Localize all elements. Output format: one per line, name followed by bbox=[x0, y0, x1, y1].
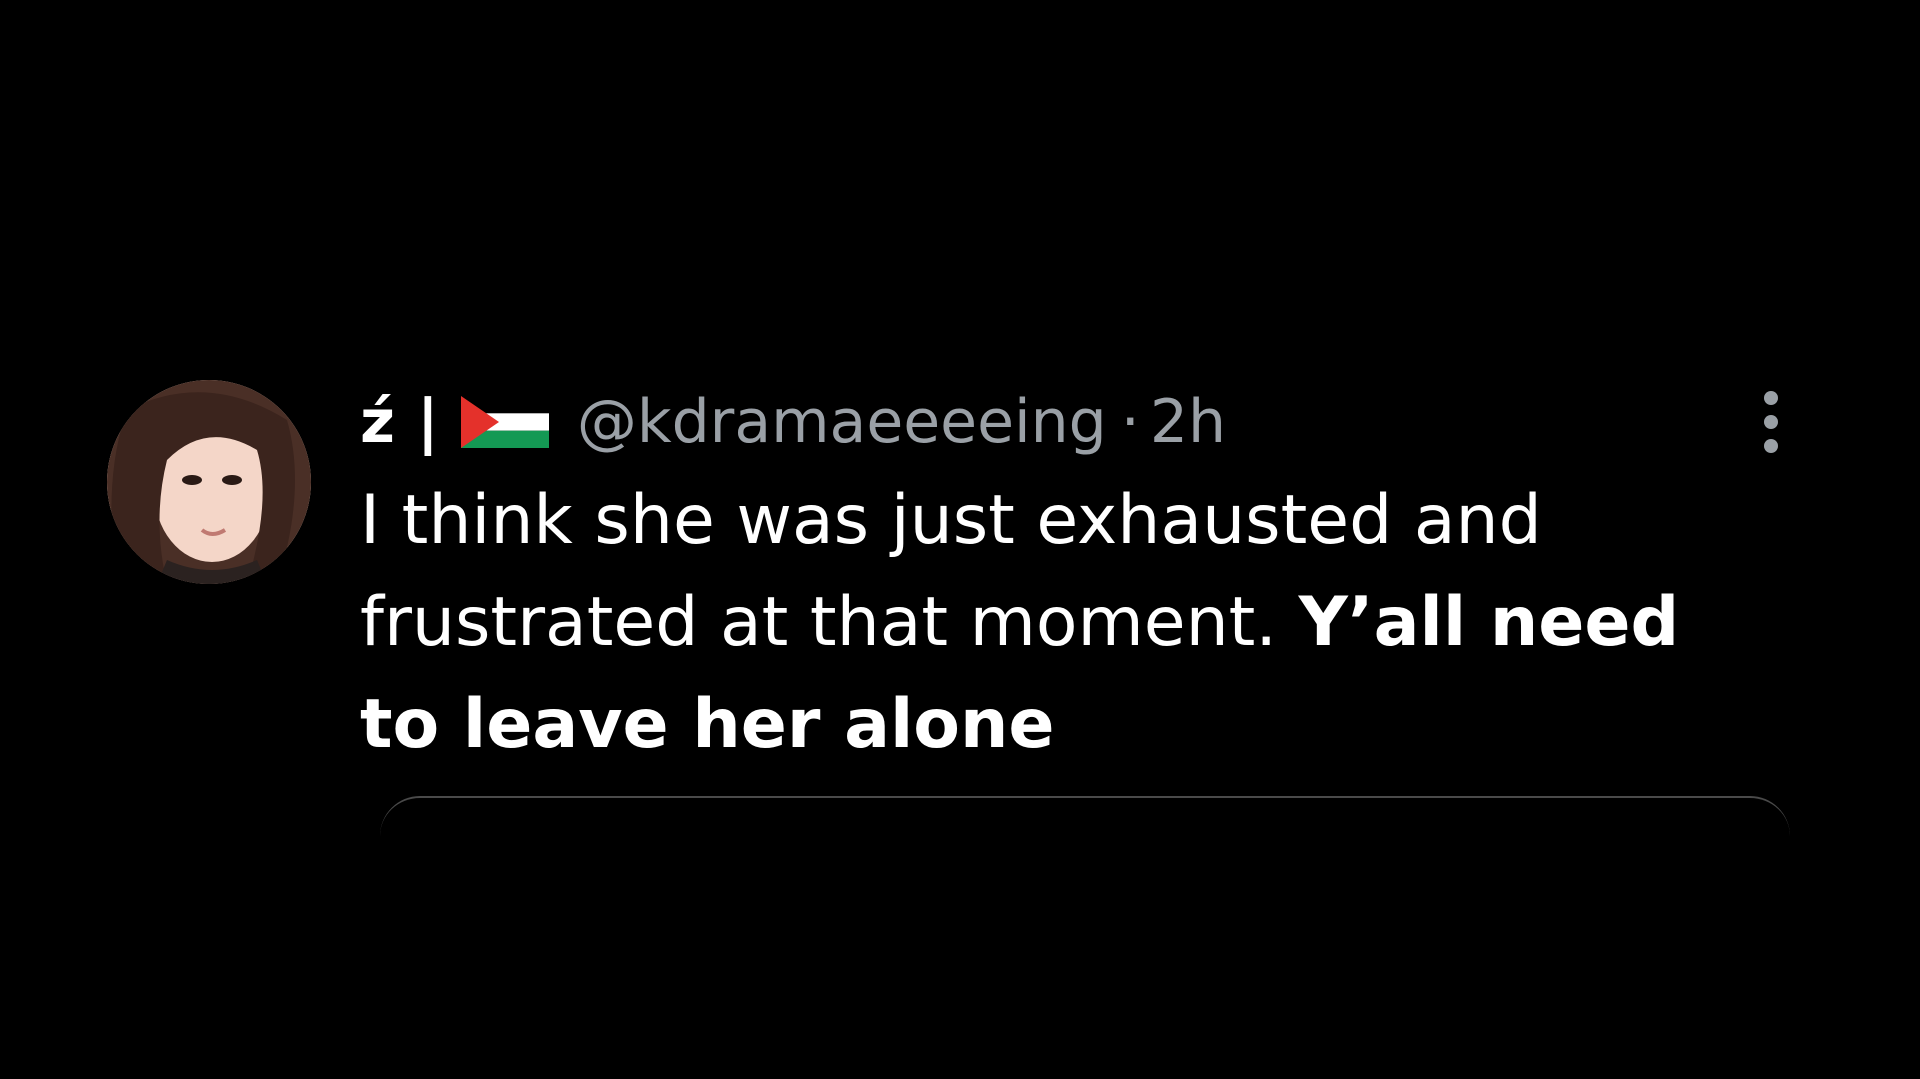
palestine-flag-icon bbox=[460, 396, 549, 448]
tweet-text: I think she was just exhausted and frust… bbox=[360, 470, 1780, 776]
meta-dot: · bbox=[1120, 387, 1140, 457]
display-name[interactable]: ź bbox=[360, 384, 395, 460]
avatar[interactable] bbox=[107, 380, 311, 584]
tweet-header: ź | @kdramaeeeeing · 2h bbox=[360, 384, 1226, 460]
name-separator: | bbox=[416, 387, 439, 457]
tweet[interactable]: ź | @kdramaeeeeing · 2h I think she was … bbox=[0, 0, 1920, 1079]
timestamp[interactable]: 2h bbox=[1150, 384, 1226, 460]
user-handle[interactable]: @kdramaeeeeing bbox=[577, 384, 1107, 460]
avatar-image bbox=[107, 380, 311, 584]
more-vertical-icon[interactable] bbox=[1756, 388, 1786, 456]
quoted-card-edge[interactable] bbox=[380, 796, 1790, 838]
